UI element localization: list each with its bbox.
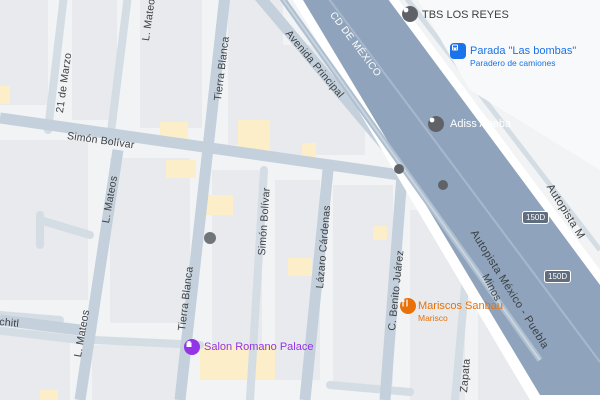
highway-shield-150d: 150D bbox=[544, 270, 572, 283]
poi-label: Adiss Abeba bbox=[450, 118, 512, 130]
poi-sublabel: Marisco bbox=[418, 313, 448, 323]
poi-label: Salon Romano Palace bbox=[204, 341, 314, 353]
poi-label: TBS LOS REYES bbox=[422, 9, 509, 21]
poi-label: Mariscos Sanbau bbox=[418, 300, 503, 312]
highway-shield-150d: 150D bbox=[522, 211, 550, 224]
transit-marker-icon[interactable] bbox=[438, 180, 448, 190]
gray-pin-icon bbox=[402, 6, 418, 22]
poi-label: Parada "Las bombas" bbox=[470, 45, 577, 57]
bus-stop-icon bbox=[450, 43, 466, 59]
poi-sublabel: Paradero de camiones bbox=[470, 58, 556, 68]
gray-pin-icon[interactable] bbox=[204, 232, 216, 244]
restaurant-icon bbox=[400, 298, 416, 314]
transit-marker-icon[interactable] bbox=[394, 164, 404, 174]
gray-pin-icon bbox=[428, 116, 444, 132]
map-canvas[interactable]: Tierra Blanca Tierra Blanca L. Mateos L.… bbox=[0, 0, 600, 400]
street-label-chitl: chitl bbox=[0, 316, 20, 330]
venue-icon bbox=[184, 339, 200, 355]
